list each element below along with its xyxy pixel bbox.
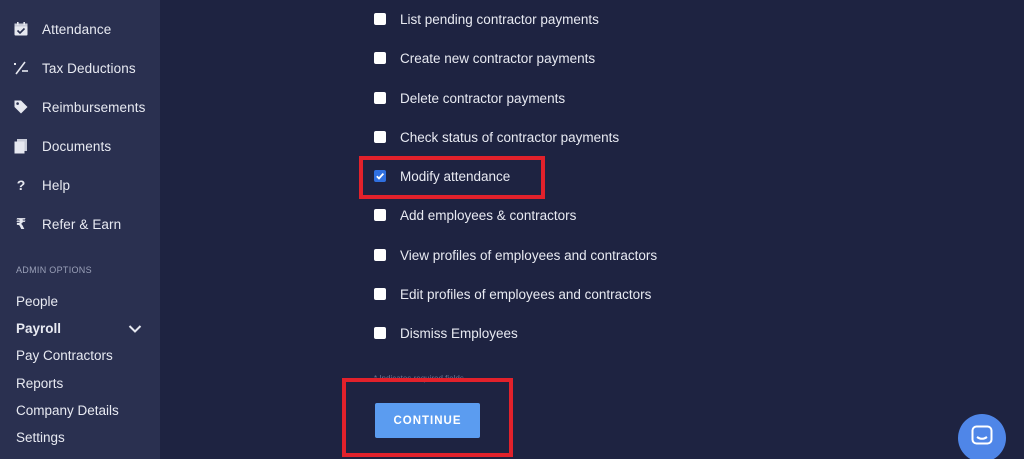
tag-icon (12, 98, 30, 116)
documents-icon (12, 137, 30, 155)
permission-label: Edit profiles of employees and contracto… (400, 286, 652, 302)
checkbox[interactable] (374, 288, 386, 300)
required-fields-note: * Indicates required fields (374, 374, 464, 383)
checkbox[interactable] (374, 131, 386, 143)
permission-label: Create new contractor payments (400, 50, 596, 66)
sidebar-item-company-details[interactable]: Company Details (16, 399, 119, 421)
permission-checkbox-row[interactable]: Delete contractor payments (374, 88, 565, 108)
sidebar: Attendance Tax Deductions Reimbursements… (0, 0, 160, 459)
permission-label: List pending contractor payments (400, 11, 599, 27)
sidebar-item-pay-contractors[interactable]: Pay Contractors (16, 344, 113, 366)
chat-launcher-button[interactable] (958, 414, 1006, 459)
rupee-icon: ₹ (15, 216, 27, 233)
permission-label: Add employees & contractors (400, 207, 577, 223)
permission-checkbox-row[interactable]: Create new contractor payments (374, 48, 595, 68)
sidebar-item-label: Documents (42, 138, 112, 154)
calendar-check-icon (12, 20, 30, 38)
continue-button[interactable]: CONTINUE (375, 403, 480, 438)
sidebar-item-label: Tax Deductions (42, 60, 136, 76)
checkbox[interactable] (374, 327, 386, 339)
permission-checkbox-row[interactable]: Check status of contractor payments (374, 127, 619, 147)
sidebar-item-help[interactable]: ? Help (0, 169, 160, 201)
permission-label: View profiles of employees and contracto… (400, 247, 658, 263)
sidebar-item-settings[interactable]: Settings (16, 426, 65, 448)
permission-label: Delete contractor payments (400, 90, 566, 106)
checkbox[interactable] (374, 249, 386, 261)
sidebar-item-payroll[interactable]: Payroll (16, 317, 61, 339)
checkbox[interactable] (374, 13, 386, 25)
permission-checkbox-row[interactable]: View profiles of employees and contracto… (374, 245, 657, 265)
permission-checkbox-row[interactable]: List pending contractor payments (374, 9, 599, 29)
percent-icon (12, 59, 30, 77)
sidebar-item-attendance[interactable]: Attendance (0, 13, 160, 45)
admin-options-heading: ADMIN OPTIONS (16, 265, 92, 275)
sidebar-item-people[interactable]: People (16, 290, 58, 312)
permission-label: Check status of contractor payments (400, 129, 620, 145)
checkbox[interactable] (374, 52, 386, 64)
sidebar-item-label: Reimbursements (42, 99, 146, 115)
permission-checkbox-row[interactable]: Modify attendance (374, 166, 510, 186)
chat-icon (971, 425, 993, 452)
sidebar-item-documents[interactable]: Documents (0, 130, 160, 162)
sidebar-item-reports[interactable]: Reports (16, 372, 63, 394)
permission-label: Modify attendance (400, 168, 511, 184)
permission-checkbox-row[interactable]: Edit profiles of employees and contracto… (374, 284, 651, 304)
permission-label: Dismiss Employees (400, 325, 518, 341)
main-content (160, 0, 1024, 459)
permission-checkbox-row[interactable]: Add employees & contractors (374, 205, 576, 225)
chevron-down-icon[interactable] (128, 322, 142, 334)
sidebar-item-tax-deductions[interactable]: Tax Deductions (0, 52, 160, 84)
checkbox[interactable] (374, 209, 386, 221)
sidebar-item-label: Help (42, 177, 71, 193)
checkbox[interactable] (374, 92, 386, 104)
permission-checkbox-row[interactable]: Dismiss Employees (374, 323, 518, 343)
sidebar-item-label: Refer & Earn (42, 216, 122, 232)
checkbox-checked[interactable] (374, 170, 386, 182)
sidebar-item-refer-earn[interactable]: ₹ Refer & Earn (0, 208, 160, 240)
sidebar-item-reimbursements[interactable]: Reimbursements (0, 91, 160, 123)
help-icon: ? (16, 177, 26, 193)
sidebar-item-label: Attendance (42, 21, 112, 37)
